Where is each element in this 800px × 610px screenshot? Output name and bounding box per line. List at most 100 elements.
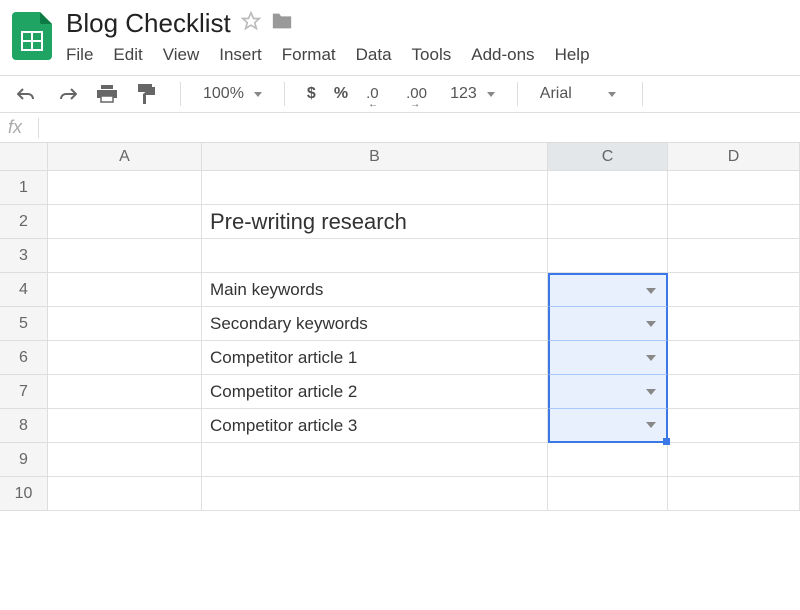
formula-bar: fx — [0, 113, 800, 143]
chevron-down-icon — [646, 422, 656, 428]
cell[interactable] — [668, 273, 800, 307]
data-validation-cell[interactable] — [548, 307, 668, 341]
cell[interactable] — [48, 443, 202, 477]
cell[interactable] — [548, 239, 668, 273]
chevron-down-icon — [646, 321, 656, 327]
cell[interactable] — [202, 443, 548, 477]
cell[interactable] — [202, 171, 548, 205]
data-validation-cell[interactable] — [548, 273, 668, 307]
cell[interactable]: Main keywords — [202, 273, 548, 307]
row-header[interactable]: 8 — [0, 409, 48, 443]
increase-decimal-button[interactable]: .00→ — [406, 85, 432, 103]
currency-button[interactable]: $ — [307, 85, 316, 103]
cell[interactable] — [668, 205, 800, 239]
toolbar-separator — [180, 82, 181, 106]
cell[interactable] — [48, 409, 202, 443]
cell[interactable]: Pre-writing research — [202, 205, 548, 239]
zoom-dropdown[interactable]: 100% — [203, 85, 262, 103]
cell[interactable]: Secondary keywords — [202, 307, 548, 341]
cell[interactable] — [668, 443, 800, 477]
data-validation-cell[interactable] — [548, 341, 668, 375]
cell[interactable] — [548, 171, 668, 205]
chevron-down-icon — [608, 92, 616, 97]
redo-icon[interactable] — [56, 83, 78, 105]
menu-format[interactable]: Format — [282, 45, 336, 65]
toolbar-separator — [642, 82, 643, 106]
row-header[interactable]: 9 — [0, 443, 48, 477]
menu-help[interactable]: Help — [555, 45, 590, 65]
row-header[interactable]: 1 — [0, 171, 48, 205]
col-header-b[interactable]: B — [202, 143, 548, 171]
cell[interactable] — [48, 239, 202, 273]
spreadsheet-grid: A B C D 1 2 Pre-writing research 3 4 Mai… — [0, 143, 800, 511]
star-icon[interactable] — [241, 11, 261, 36]
cell[interactable] — [202, 239, 548, 273]
cell[interactable]: Competitor article 1 — [202, 341, 548, 375]
row-header[interactable]: 4 — [0, 273, 48, 307]
cell[interactable] — [668, 341, 800, 375]
menu-addons[interactable]: Add-ons — [471, 45, 534, 65]
move-folder-icon[interactable] — [271, 11, 293, 36]
cell[interactable] — [48, 341, 202, 375]
cell[interactable]: Competitor article 3 — [202, 409, 548, 443]
doc-title[interactable]: Blog Checklist — [66, 8, 231, 39]
number-format-dropdown[interactable]: 123 — [450, 85, 495, 103]
cell[interactable] — [48, 375, 202, 409]
menu-insert[interactable]: Insert — [219, 45, 262, 65]
app-header: Blog Checklist File Edit View Insert For… — [0, 0, 800, 65]
row-header[interactable]: 10 — [0, 477, 48, 511]
row-header[interactable]: 2 — [0, 205, 48, 239]
chevron-down-icon — [254, 92, 262, 97]
cell[interactable] — [668, 375, 800, 409]
cell[interactable] — [668, 171, 800, 205]
cell[interactable] — [202, 477, 548, 511]
cell[interactable]: Competitor article 2 — [202, 375, 548, 409]
data-validation-cell[interactable] — [548, 409, 668, 443]
select-all-corner[interactable] — [0, 143, 48, 171]
chevron-down-icon — [487, 92, 495, 97]
cell[interactable] — [48, 307, 202, 341]
menu-view[interactable]: View — [163, 45, 200, 65]
row-header[interactable]: 5 — [0, 307, 48, 341]
cell[interactable] — [548, 443, 668, 477]
formula-input[interactable] — [45, 119, 792, 136]
cell[interactable] — [668, 239, 800, 273]
menu-edit[interactable]: Edit — [113, 45, 142, 65]
cell[interactable] — [48, 477, 202, 511]
toolbar-separator — [284, 82, 285, 106]
menu-bar: File Edit View Insert Format Data Tools … — [66, 45, 590, 65]
title-section: Blog Checklist File Edit View Insert For… — [66, 8, 590, 65]
menu-tools[interactable]: Tools — [412, 45, 452, 65]
row-header[interactable]: 7 — [0, 375, 48, 409]
cell[interactable] — [548, 205, 668, 239]
fx-divider — [38, 118, 39, 138]
chevron-down-icon — [646, 389, 656, 395]
row-header[interactable]: 3 — [0, 239, 48, 273]
decrease-decimal-button[interactable]: .0← — [366, 85, 388, 103]
menu-data[interactable]: Data — [356, 45, 392, 65]
menu-file[interactable]: File — [66, 45, 93, 65]
percent-button[interactable]: % — [334, 85, 348, 103]
toolbar: 100% $ % .0← .00→ 123 Arial — [0, 75, 800, 113]
cell[interactable] — [668, 307, 800, 341]
col-header-c[interactable]: C — [548, 143, 668, 171]
font-dropdown[interactable]: Arial — [540, 85, 620, 103]
row-header[interactable]: 6 — [0, 341, 48, 375]
chevron-down-icon — [646, 288, 656, 294]
print-icon[interactable] — [96, 83, 118, 105]
cell[interactable] — [48, 171, 202, 205]
fx-label: fx — [8, 117, 32, 138]
col-header-a[interactable]: A — [48, 143, 202, 171]
paint-format-icon[interactable] — [136, 83, 158, 105]
cell[interactable] — [548, 477, 668, 511]
sheets-logo-icon — [12, 12, 52, 60]
cell[interactable] — [48, 273, 202, 307]
toolbar-separator — [517, 82, 518, 106]
cell[interactable] — [668, 409, 800, 443]
cell[interactable] — [668, 477, 800, 511]
chevron-down-icon — [646, 355, 656, 361]
data-validation-cell[interactable] — [548, 375, 668, 409]
cell[interactable] — [48, 205, 202, 239]
undo-icon[interactable] — [16, 83, 38, 105]
col-header-d[interactable]: D — [668, 143, 800, 171]
